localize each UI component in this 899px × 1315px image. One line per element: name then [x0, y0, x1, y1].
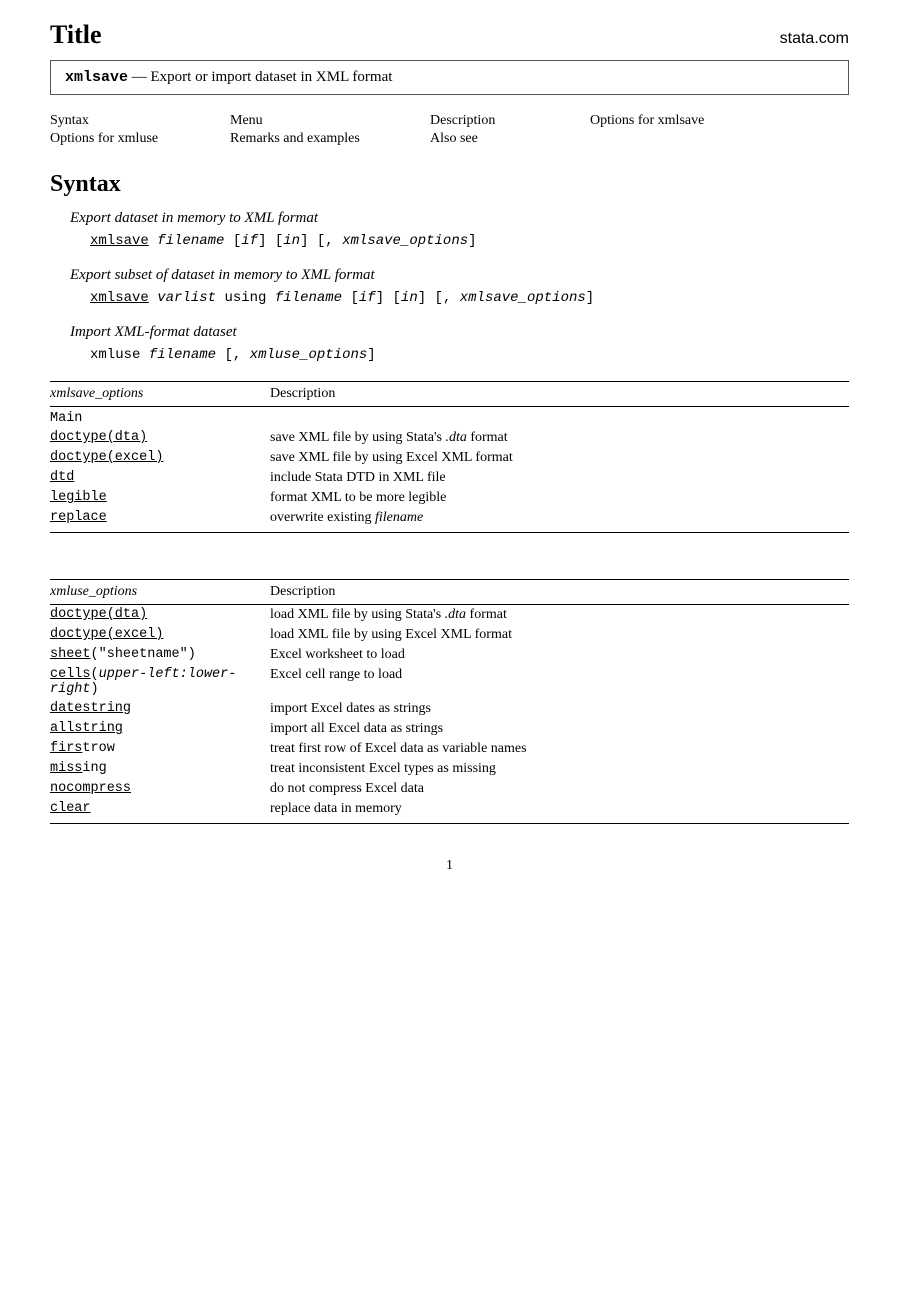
spacer	[50, 565, 849, 579]
opt-xu-cells: cells	[50, 667, 91, 682]
table-row: doctype(dta) save XML file by using Stat…	[50, 428, 849, 448]
nav-menu[interactable]: Menu	[230, 113, 430, 129]
syntax-line-2: xmlsave varlist using filename [if] [in]…	[90, 290, 849, 306]
nav-links: Syntax Menu Description Options for xmls…	[50, 113, 849, 147]
opt-legible: legible	[50, 490, 107, 505]
nav-syntax[interactable]: Syntax	[50, 113, 230, 129]
syntax-label-3: Import XML-format dataset	[70, 324, 849, 341]
table-row: clear replace data in memory	[50, 799, 849, 824]
nav-options-xmluse[interactable]: Options for xmluse	[50, 131, 230, 147]
syntax-brackets-2: [if] [in] [, xmlsave_options]	[350, 290, 594, 306]
xmluse-col1-header: xmluse_options	[50, 580, 270, 605]
desc-legible: format XML to be more legible	[270, 488, 849, 508]
opt-xu-allstring: allstring	[50, 721, 123, 736]
table-row: doctype(excel) save XML file by using Ex…	[50, 448, 849, 468]
desc-xu-cells: Excel cell range to load	[270, 665, 849, 699]
title-box-text: xmlsave — Export or import dataset in XM…	[65, 69, 392, 85]
desc-xu-doctype-excel: load XML file by using Excel XML format	[270, 625, 849, 645]
desc-doctype-dta: save XML file by using Stata's .dta form…	[270, 428, 849, 448]
table-row: datestring import Excel dates as strings	[50, 699, 849, 719]
desc-xu-datestring: import Excel dates as strings	[270, 699, 849, 719]
syntax-brackets-3: [, xmluse_options]	[224, 347, 375, 363]
page-title: Title	[50, 20, 102, 50]
xmlsave-section-main: Main	[50, 407, 270, 429]
table-row: sheet("sheetname") Excel worksheet to lo…	[50, 645, 849, 665]
syntax-label-1: Export dataset in memory to XML format	[70, 210, 849, 227]
syntax-block-import: Import XML-format dataset xmluse filenam…	[70, 324, 849, 363]
opt-xu-sheet: sheet	[50, 647, 91, 662]
opt-doctype-dta: doctype(dta)	[50, 430, 147, 445]
desc-xu-missing: treat inconsistent Excel types as missin…	[270, 759, 849, 779]
opt-xu-firstrow: firs	[50, 741, 82, 756]
nav-description[interactable]: Description	[430, 113, 590, 129]
using: using	[224, 290, 274, 306]
stata-com-label: stata.com	[780, 30, 849, 48]
opt-replace: replace	[50, 510, 107, 525]
title-command: xmlsave	[65, 69, 128, 86]
desc-xu-doctype-dta: load XML file by using Stata's .dta form…	[270, 605, 849, 626]
table-row: legible format XML to be more legible	[50, 488, 849, 508]
syntax-line-3: xmluse filename [, xmluse_options]	[90, 347, 849, 363]
page-footer: 1	[50, 858, 849, 874]
xmlsave-cmd-2: xmlsave	[90, 290, 149, 306]
table-row: allstring import all Excel data as strin…	[50, 719, 849, 739]
title-description: — Export or import dataset in XML format	[132, 69, 393, 85]
opt-xu-doctype-excel: doctype(excel)	[50, 627, 163, 642]
xmluse-col2-header: Description	[270, 580, 849, 605]
xmluse-cmd: xmluse	[90, 347, 140, 363]
syntax-block-export: Export dataset in memory to XML format x…	[70, 210, 849, 249]
xmlsave-col2-header: Description	[270, 382, 849, 407]
page-header: Title stata.com	[50, 20, 849, 50]
filename-1: filename	[157, 233, 224, 249]
syntax-block-export-subset: Export subset of dataset in memory to XM…	[70, 267, 849, 306]
syntax-brackets-1: [if] [in] [, xmlsave_options]	[233, 233, 477, 249]
table-row: firstrow treat first row of Excel data a…	[50, 739, 849, 759]
desc-xu-sheet: Excel worksheet to load	[270, 645, 849, 665]
table-row: replace overwrite existing filename	[50, 508, 849, 533]
syntax-section: Syntax Export dataset in memory to XML f…	[50, 171, 849, 363]
table-row: missing treat inconsistent Excel types a…	[50, 759, 849, 779]
nav-remarks[interactable]: Remarks and examples	[230, 131, 430, 147]
opt-xu-doctype-dta: doctype(dta)	[50, 607, 147, 622]
desc-xu-firstrow: treat first row of Excel data as variabl…	[270, 739, 849, 759]
varlist: varlist	[157, 290, 216, 306]
desc-xu-clear: replace data in memory	[270, 799, 849, 824]
filename-2: filename	[275, 290, 342, 306]
syntax-heading: Syntax	[50, 171, 849, 198]
opt-dtd: dtd	[50, 470, 74, 485]
page-number: 1	[446, 858, 453, 873]
opt-xu-datestring: datestring	[50, 701, 131, 716]
table-row: doctype(dta) load XML file by using Stat…	[50, 605, 849, 626]
xmlsave-cmd-1: xmlsave	[90, 233, 149, 249]
opt-xu-clear: clear	[50, 801, 91, 816]
opt-xu-nocompress: nocompress	[50, 781, 131, 796]
table-row: cells(upper-left:lower-right) Excel cell…	[50, 665, 849, 699]
xmlsave-col1-header: xmlsave_options	[50, 382, 270, 407]
filename-3: filename	[149, 347, 216, 363]
syntax-label-2: Export subset of dataset in memory to XM…	[70, 267, 849, 284]
table-row: doctype(excel) load XML file by using Ex…	[50, 625, 849, 645]
opt-xu-missing: miss	[50, 761, 82, 776]
desc-xu-allstring: import all Excel data as strings	[270, 719, 849, 739]
opt-doctype-excel: doctype(excel)	[50, 450, 163, 465]
table-row: dtd include Stata DTD in XML file	[50, 468, 849, 488]
desc-doctype-excel: save XML file by using Excel XML format	[270, 448, 849, 468]
desc-xu-nocompress: do not compress Excel data	[270, 779, 849, 799]
nav-also-see[interactable]: Also see	[430, 131, 590, 147]
syntax-line-1: xmlsave filename [if] [in] [, xmlsave_op…	[90, 233, 849, 249]
nav-options-xmlsave[interactable]: Options for xmlsave	[590, 113, 770, 129]
desc-dtd: include Stata DTD in XML file	[270, 468, 849, 488]
xmlsave-options-table: xmlsave_options Description Main doctype…	[50, 381, 849, 537]
xmluse-options-table: xmluse_options Description doctype(dta) …	[50, 579, 849, 828]
title-box: xmlsave — Export or import dataset in XM…	[50, 60, 849, 95]
desc-replace: overwrite existing filename	[270, 508, 849, 533]
table-row: nocompress do not compress Excel data	[50, 779, 849, 799]
